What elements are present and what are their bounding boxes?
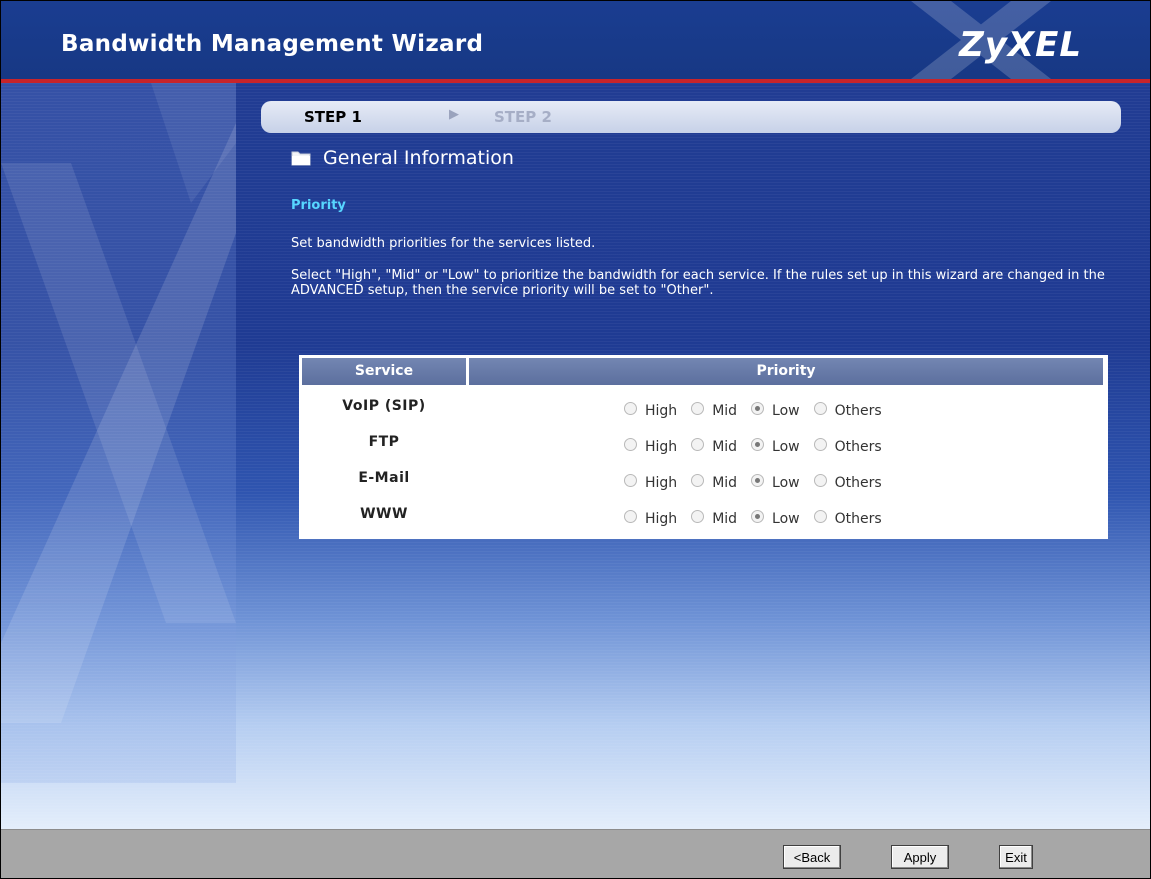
priority-option-high[interactable]: High [624,402,677,419]
radio-button[interactable] [624,402,637,415]
radio-label: Low [772,475,800,491]
radio-button[interactable] [813,438,827,451]
radio-label: Mid [712,511,738,527]
radio-label: High [645,403,678,419]
radio-label: High [645,511,678,527]
priority-options: High Mid Low Others [624,474,896,491]
radio-button[interactable] [751,438,765,451]
radio-label: Others [834,439,882,455]
radio-button[interactable] [813,474,827,487]
priority-option-others[interactable]: Others [813,474,882,491]
radio-label: High [645,439,678,455]
priority-option-low[interactable]: Low [751,474,800,491]
radio-button[interactable] [624,438,637,451]
zyxel-logo: ZyXEL [959,25,1082,65]
radio-button[interactable] [624,510,637,523]
table-row: E-Mail High Mid Low Others [302,465,1103,499]
radio-label: High [645,475,678,491]
radio-button[interactable] [751,402,765,415]
radio-label: Low [772,511,800,527]
wizard-title: Bandwidth Management Wizard [61,31,484,57]
radio-button[interactable] [751,510,765,523]
step-2-label: STEP 2 [494,108,552,126]
radio-button[interactable] [624,474,637,487]
priority-column-header: Priority [469,358,1103,385]
priority-option-others[interactable]: Others [813,510,882,527]
service-name: WWW [360,506,408,522]
priority-option-mid[interactable]: Mid [691,510,737,527]
priority-option-low[interactable]: Low [751,510,800,527]
radio-label: Low [772,403,800,419]
priority-table: Service Priority VoIP (SIP) High Mid Low Oth… [299,355,1108,539]
wizard-window: Bandwidth Management Wizard ZyXEL STEP 1… [0,0,1151,879]
service-name: E-Mail [358,470,410,486]
radio-button[interactable] [691,510,705,523]
radio-button[interactable] [813,510,827,523]
priority-option-low[interactable]: Low [751,438,800,455]
folder-icon [291,151,311,166]
radio-label: Others [834,403,882,419]
service-name: VoIP (SIP) [342,398,426,414]
priority-option-low[interactable]: Low [751,402,800,419]
main-content: STEP 1 ▶ STEP 2 General Information Prio… [1,83,1150,829]
priority-option-high[interactable]: High [624,438,677,455]
section-title: General Information [323,147,514,169]
priority-options: High Mid Low Others [624,510,896,527]
step-indicator: STEP 1 ▶ STEP 2 [261,101,1121,133]
description-line-2: Select "High", "Mid" or "Low" to priorit… [291,268,1105,298]
priority-option-others[interactable]: Others [813,402,882,419]
radio-button[interactable] [691,474,705,487]
priority-option-high[interactable]: High [624,510,677,527]
radio-button[interactable] [813,402,827,415]
radio-label: Mid [712,403,738,419]
service-name: FTP [368,434,400,450]
radio-label: Mid [712,475,738,491]
footer-bar: <Back Apply Exit [1,829,1150,878]
table-row: VoIP (SIP) High Mid Low Others [302,393,1103,427]
table-row: WWW High Mid Low Others [302,501,1103,535]
decorative-x-graphic [1,83,236,723]
radio-button[interactable] [691,402,705,415]
priority-subtitle: Priority [291,198,346,213]
service-column-header: Service [302,358,466,385]
priority-option-mid[interactable]: Mid [691,402,737,419]
radio-label: Others [834,511,882,527]
back-button[interactable]: <Back [783,845,841,869]
radio-button[interactable] [691,438,705,451]
priority-option-mid[interactable]: Mid [691,474,737,491]
step-1-label: STEP 1 [304,108,362,126]
priority-option-others[interactable]: Others [813,438,882,455]
apply-button[interactable]: Apply [891,845,949,869]
radio-label: Mid [712,439,738,455]
header-bar: Bandwidth Management Wizard ZyXEL [1,1,1150,79]
priority-options: High Mid Low Others [624,438,896,455]
priority-option-high[interactable]: High [624,474,677,491]
priority-option-mid[interactable]: Mid [691,438,737,455]
table-row: FTP High Mid Low Others [302,429,1103,463]
step-arrow-icon: ▶ [449,107,459,122]
radio-label: Others [834,475,882,491]
section-heading: General Information [291,147,514,169]
description-line-1: Set bandwidth priorities for the service… [291,236,596,251]
exit-button[interactable]: Exit [999,845,1033,869]
priority-options: High Mid Low Others [624,402,896,419]
radio-label: Low [772,439,800,455]
radio-button[interactable] [751,474,765,487]
